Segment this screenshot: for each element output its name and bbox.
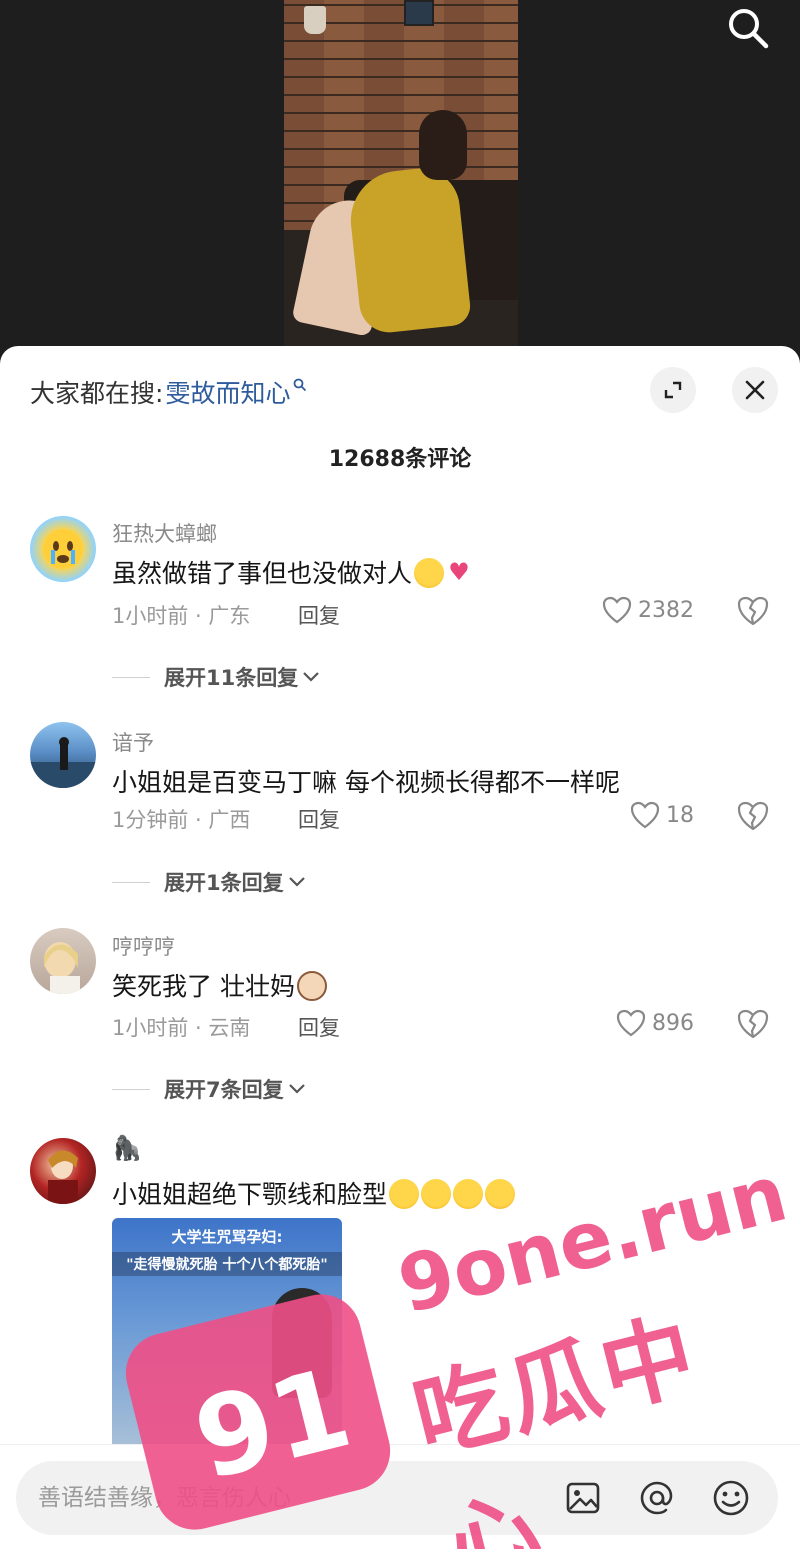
thumbnail-subtitle: "走得慢就死胎 十个八个都死胎" bbox=[112, 1252, 342, 1276]
video-frame[interactable] bbox=[284, 0, 518, 360]
figure-head bbox=[419, 110, 467, 180]
reply-button[interactable]: 回复 bbox=[298, 600, 340, 630]
comment-meta: 1小时前 · 云南 bbox=[112, 1016, 251, 1040]
small-search-icon bbox=[293, 377, 307, 396]
expand-replies[interactable]: 展开1条回复 bbox=[112, 867, 306, 897]
comment-text-body: 小姐姐超绝下颚线和脸型 bbox=[112, 1180, 388, 1209]
expand-replies-label: 展开11条回复 bbox=[164, 666, 299, 690]
heart-icon bbox=[630, 801, 660, 829]
avatar[interactable] bbox=[30, 1138, 96, 1204]
dislike-button[interactable] bbox=[736, 595, 770, 629]
comment-input-container[interactable] bbox=[16, 1461, 778, 1535]
thumbnail-person bbox=[272, 1288, 332, 1398]
laughing-emoji-icon bbox=[414, 558, 445, 588]
finger-heart-emoji-icon: ♥ bbox=[448, 558, 470, 586]
avatar-crying-emoji bbox=[43, 529, 83, 569]
like-button[interactable]: 18 bbox=[630, 801, 694, 829]
dislike-button[interactable] bbox=[736, 1008, 770, 1042]
comment-input[interactable] bbox=[38, 1461, 538, 1535]
expand-sheet-button[interactable] bbox=[650, 367, 696, 413]
smiley-icon bbox=[713, 1480, 749, 1516]
image-button[interactable] bbox=[564, 1479, 602, 1517]
picture-frame bbox=[404, 0, 434, 26]
hot-search-label: 大家都在搜: bbox=[30, 379, 164, 408]
comment-count: 12688条评论 bbox=[328, 447, 472, 472]
wall-lamp bbox=[304, 6, 326, 34]
comment-image[interactable]: 大学生咒骂孕妇: "走得慢就死胎 十个八个都死胎" bbox=[112, 1218, 342, 1478]
chevron-down-icon bbox=[288, 1084, 305, 1094]
expand-icon bbox=[664, 381, 682, 399]
expand-replies-label: 展开1条回复 bbox=[164, 871, 284, 895]
broken-heart-icon bbox=[737, 596, 769, 626]
dislike-button[interactable] bbox=[736, 800, 770, 834]
laughing-emoji-icon bbox=[421, 1179, 452, 1209]
close-button[interactable] bbox=[732, 367, 778, 413]
comment-username[interactable]: 🦍 bbox=[112, 1134, 142, 1162]
avatar-beach-photo bbox=[30, 737, 96, 788]
broken-heart-icon bbox=[737, 1009, 769, 1039]
heart-icon bbox=[616, 1009, 646, 1037]
expand-replies[interactable]: 展开7条回复 bbox=[112, 1074, 306, 1104]
avatar[interactable] bbox=[30, 722, 96, 788]
reply-button[interactable]: 回复 bbox=[298, 804, 340, 834]
comments-page: 大家都在搜: 雯故而知心 12688条评论 狂热大蟑螂 虽然做错了事但也没做对人… bbox=[0, 0, 800, 1549]
comment-text: 小姐姐超绝下颚线和脸型 bbox=[112, 1175, 516, 1211]
comment-text-body: 笑死我了 壮壮妈 bbox=[112, 972, 295, 1001]
heart-icon bbox=[602, 596, 632, 624]
expand-replies-label: 展开7条回复 bbox=[164, 1078, 284, 1102]
chevron-down-icon bbox=[288, 877, 305, 887]
avatar[interactable] bbox=[30, 516, 96, 582]
search-button[interactable] bbox=[726, 6, 770, 50]
surprised-cat-emoji-icon bbox=[296, 971, 327, 1001]
comment-text-body: 虽然做错了事但也没做对人 bbox=[112, 559, 413, 588]
like-button[interactable]: 2382 bbox=[602, 596, 694, 624]
expand-replies[interactable]: 展开11条回复 bbox=[112, 662, 320, 692]
search-icon bbox=[729, 9, 769, 49]
mention-button[interactable] bbox=[638, 1479, 676, 1517]
figure-body bbox=[345, 164, 473, 336]
close-icon bbox=[745, 380, 765, 400]
comment-text: 笑死我了 壮壮妈 bbox=[112, 967, 327, 1003]
comment-username[interactable]: 哼哼哼 bbox=[112, 931, 175, 961]
reply-button[interactable]: 回复 bbox=[298, 1012, 340, 1042]
divider-line bbox=[112, 676, 150, 678]
video-player[interactable] bbox=[0, 0, 800, 360]
avatar-anime-art bbox=[48, 1150, 78, 1204]
grinning-sweat-emoji-icon bbox=[485, 1179, 516, 1209]
hot-search-bar[interactable]: 大家都在搜: 雯故而知心 bbox=[30, 374, 307, 410]
comment-username[interactable]: 谙予 bbox=[112, 727, 154, 757]
comment-meta: 1分钟前 · 广西 bbox=[112, 808, 251, 832]
comment-text: 小姐姐是百变马丁嘛 每个视频长得都不一样呢 bbox=[112, 768, 620, 797]
at-sign-icon bbox=[640, 1481, 673, 1515]
comment-username[interactable]: 狂热大蟑螂 bbox=[112, 518, 217, 548]
like-button[interactable]: 896 bbox=[616, 1009, 694, 1037]
divider-line bbox=[112, 881, 150, 883]
image-icon bbox=[566, 1482, 600, 1514]
comment-meta: 1小时前 · 广东 bbox=[112, 604, 251, 628]
laughing-emoji-icon bbox=[389, 1179, 420, 1209]
broken-heart-icon bbox=[737, 801, 769, 831]
comment-input-bar bbox=[0, 1444, 800, 1549]
like-count: 2382 bbox=[638, 597, 694, 623]
hot-search-term[interactable]: 雯故而知心 bbox=[165, 374, 290, 410]
divider-line bbox=[112, 1088, 150, 1090]
avatar-portrait-photo bbox=[44, 942, 80, 994]
laughing-emoji-icon bbox=[453, 1179, 484, 1209]
comment-text: 虽然做错了事但也没做对人 ♥ bbox=[112, 554, 472, 590]
chevron-down-icon bbox=[303, 672, 320, 682]
like-count: 18 bbox=[666, 802, 694, 828]
emoji-button[interactable] bbox=[712, 1479, 750, 1517]
like-count: 896 bbox=[652, 1010, 694, 1036]
thumbnail-title: 大学生咒骂孕妇: bbox=[171, 1228, 283, 1246]
avatar[interactable] bbox=[30, 928, 96, 994]
